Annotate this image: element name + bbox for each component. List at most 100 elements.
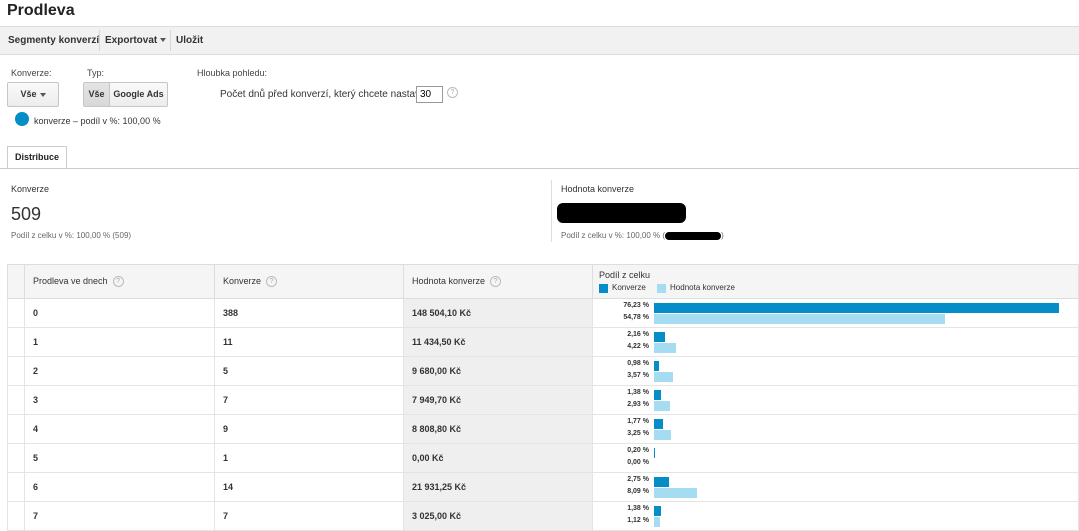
question-mark-icon[interactable]: ? — [112, 276, 124, 288]
conversion-dropdown-value: Vše — [20, 89, 37, 99]
header-select-column — [7, 264, 25, 299]
header-value[interactable]: Hodnota konverze? — [403, 264, 593, 299]
tab-divider — [0, 168, 1079, 169]
legend-conversions-swatch — [599, 283, 608, 293]
caret-down-icon — [160, 38, 167, 43]
cell-value: 21 931,25 Kč — [403, 472, 593, 502]
cell-conversions: 11 — [214, 327, 404, 357]
question-mark-icon[interactable]: ? — [447, 87, 458, 98]
cell-delay: 3 — [24, 385, 215, 415]
cell-delay: 0 — [24, 298, 215, 328]
depth-days-input[interactable] — [416, 86, 443, 103]
pct-value: 3,25 % — [627, 430, 649, 437]
legend-value-swatch — [657, 283, 667, 293]
pct-conversions: 0,98 % — [627, 360, 649, 367]
bar-conversions — [654, 506, 662, 516]
summary-conversions-share: Podíl z celku v %: 100,00 % (509) — [11, 231, 132, 240]
pct-value: 1,12 % — [627, 517, 649, 524]
cell-value: 9 680,00 Kč — [403, 356, 593, 386]
type-all-button[interactable]: Vše — [83, 82, 110, 107]
share-legend: Konverze Hodnota konverze — [599, 283, 1078, 293]
cell-conversions: 5 — [214, 356, 404, 386]
table-row: 1 11 11 434,50 Kč 2,16 % 4,22 % — [7, 327, 1079, 357]
depth-description: Počet dnů před konverzí, který chcete na… — [220, 89, 428, 100]
delay-table: Prodleva ve dnech? Konverze? Hodnota kon… — [7, 264, 1079, 531]
summary-value-share-suffix: ) — [721, 231, 724, 240]
cell-share: 76,23 % 54,78 % — [592, 298, 1079, 328]
bar-conversions — [654, 332, 666, 342]
table-header-row: Prodleva ve dnech? Konverze? Hodnota kon… — [7, 264, 1079, 299]
header-conversions[interactable]: Konverze? — [214, 264, 404, 299]
table-row: 773 025,00 Kč 1,38 % 1,12 % — [7, 501, 1079, 531]
cell-conversions: 9 — [214, 414, 404, 444]
depth-label: Hloubka pohledu: — [197, 68, 268, 78]
header-conversions-label: Konverze — [223, 275, 262, 286]
bar-value — [654, 488, 697, 498]
bar-conversions — [654, 390, 662, 400]
conversion-dropdown[interactable]: Vše — [7, 82, 59, 107]
row-select-cell — [7, 327, 25, 357]
question-mark-icon[interactable]: ? — [490, 276, 502, 288]
cell-conversions: 388 — [214, 298, 404, 328]
pct-value: 0,00 % — [627, 459, 649, 466]
circle-icon — [15, 112, 29, 126]
legend-value-label: Hodnota konverze — [670, 283, 735, 293]
pct-conversions: 2,75 % — [627, 476, 649, 483]
cell-share: 2,16 % 4,22 % — [592, 327, 1079, 357]
cell-delay: 2 — [24, 356, 215, 386]
table-row: 259 680,00 Kč 0,98 % 3,57 % — [7, 356, 1079, 386]
tab-distribution[interactable]: Distribuce — [7, 146, 67, 169]
page-title: Prodleva — [7, 2, 75, 19]
bar-conversions — [654, 448, 656, 458]
bar-value — [654, 343, 677, 353]
summary-value-share: Podíl z celku v %: 100,00 % () — [561, 231, 724, 240]
cell-share: 1,38 % 2,93 % — [592, 385, 1079, 415]
pct-value: 4,22 % — [627, 343, 649, 350]
row-select-cell — [7, 472, 25, 502]
legend-conversions-label: Konverze — [612, 283, 646, 293]
redacted-value-inline — [665, 231, 722, 240]
header-share-label: Podíl z celku — [599, 270, 651, 281]
cell-delay: 7 — [24, 501, 215, 531]
cell-value: 8 808,80 Kč — [403, 414, 593, 444]
summary-conversions-label: Konverze — [11, 184, 50, 194]
bar-value — [654, 314, 946, 324]
pct-conversions: 2,16 % — [627, 331, 649, 338]
bar-conversions — [654, 419, 664, 429]
cell-share: 0,98 % 3,57 % — [592, 356, 1079, 386]
toolbar-divider — [170, 30, 171, 51]
pct-value: 3,57 % — [627, 372, 649, 379]
summary-divider — [551, 180, 552, 242]
pct-conversions: 1,38 % — [627, 389, 649, 396]
question-mark-icon[interactable]: ? — [266, 276, 278, 288]
save-button[interactable]: Uložit — [176, 27, 203, 54]
type-google-ads-button[interactable]: Google Ads — [110, 82, 168, 107]
header-value-label: Hodnota konverze — [412, 275, 486, 286]
pct-conversions: 1,38 % — [627, 505, 649, 512]
segments-button[interactable]: Segmenty konverzí — [8, 27, 99, 54]
cell-conversions: 14 — [214, 472, 404, 502]
table-body: 0 388 148 504,10 Kč 76,23 % 54,78 % 1 11 11 434… — [7, 298, 1079, 531]
cell-share: 2,75 % 8,09 % — [592, 472, 1079, 502]
table-row: 0 388 148 504,10 Kč 76,23 % 54,78 % — [7, 298, 1079, 328]
cell-value: 3 025,00 Kč — [403, 501, 593, 531]
bar-conversions — [654, 303, 1059, 313]
conversion-filter-label: Konverze: — [11, 68, 52, 78]
summary-value-share-prefix: Podíl z celku v %: 100,00 % ( — [561, 231, 666, 240]
bar-value — [654, 401, 670, 411]
row-select-cell — [7, 443, 25, 473]
cell-conversions: 7 — [214, 385, 404, 415]
table-row: 377 949,70 Kč 1,38 % 2,93 % — [7, 385, 1079, 415]
bar-value — [654, 372, 673, 382]
type-filter-label: Typ: — [87, 68, 105, 78]
bar-value — [654, 517, 660, 527]
bar-value — [654, 430, 672, 440]
summary-value-label: Hodnota konverze — [561, 184, 635, 194]
header-delay[interactable]: Prodleva ve dnech? — [24, 264, 215, 299]
pct-value: 2,93 % — [627, 401, 649, 408]
header-delay-label: Prodleva ve dnech — [33, 275, 108, 286]
pct-value: 8,09 % — [627, 488, 649, 495]
export-button[interactable]: Exportovat — [105, 27, 167, 54]
cell-delay: 4 — [24, 414, 215, 444]
table-row: 6 14 21 931,25 Kč 2,75 % 8,09 % — [7, 472, 1079, 502]
